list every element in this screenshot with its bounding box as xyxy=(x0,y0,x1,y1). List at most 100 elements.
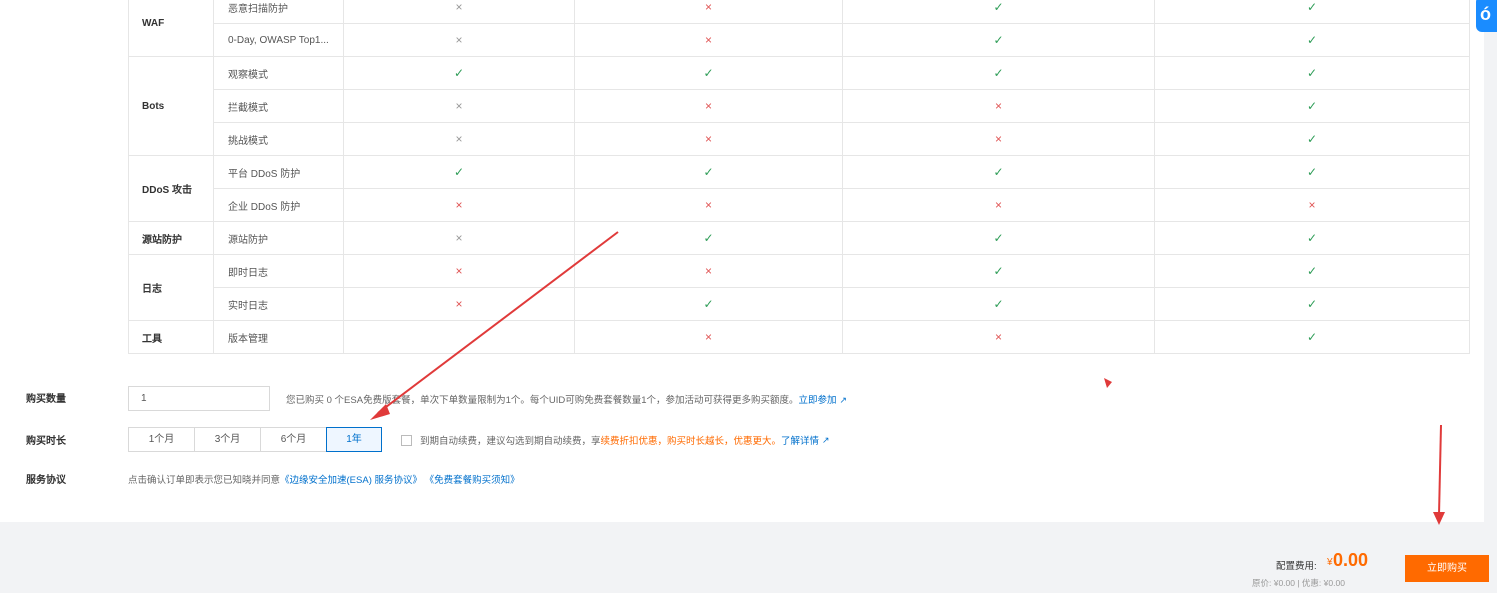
agreement-text: 点击确认订单即表示您已知晓并同意《边缘安全加速(ESA) 服务协议》 《免费套餐… xyxy=(128,472,520,486)
duration-option-6-months[interactable]: 6个月 xyxy=(260,427,327,452)
check-icon: ✓ xyxy=(1154,122,1470,156)
agreement-label: 服务协议 xyxy=(26,475,66,486)
table-row: 企业 DDoS 防护 × × × × xyxy=(129,188,1470,222)
external-link-icon[interactable]: ↗ xyxy=(822,435,830,446)
check-icon: ✓ xyxy=(842,0,1155,24)
cross-icon: × xyxy=(1154,188,1470,222)
feature-name: 恶意扫描防护 xyxy=(213,0,344,24)
check-icon: ✓ xyxy=(1154,287,1470,321)
cross-icon: × xyxy=(842,122,1155,156)
check-icon: ✓ xyxy=(842,155,1155,189)
duration-option-3-months[interactable]: 3个月 xyxy=(194,427,261,452)
feature-name: 拦截模式 xyxy=(213,89,344,123)
external-link-icon[interactable]: ↗ xyxy=(840,395,848,405)
quantity-input[interactable]: 1 xyxy=(128,386,270,411)
check-icon: ✓ xyxy=(574,56,843,90)
quantity-label: 购买数量 xyxy=(26,394,66,405)
check-icon: ✓ xyxy=(1154,155,1470,189)
feature-group-label: Bots xyxy=(128,56,214,156)
empty-cell xyxy=(343,320,575,354)
feature-name: 观察模式 xyxy=(213,56,344,90)
check-icon: ✓ xyxy=(842,287,1155,321)
quantity-note: 您已购买 0 个ESA免费版套餐，单次下单数量限制为1个。每个UID可购免费套餐… xyxy=(286,392,847,406)
cross-icon: × xyxy=(842,188,1155,222)
buy-now-button[interactable]: 立即购买 xyxy=(1405,555,1489,582)
check-icon: ✓ xyxy=(574,155,843,189)
cross-icon: × xyxy=(343,188,575,222)
check-icon: ✓ xyxy=(343,56,575,90)
learn-more-link[interactable]: 了解详情 xyxy=(781,433,819,447)
check-icon: ✓ xyxy=(1154,23,1470,57)
cross-icon: × xyxy=(574,254,843,288)
table-row: 挑战模式 × × × ✓ xyxy=(129,122,1470,156)
agreement-statement: 点击确认订单即表示您已知晓并同意 xyxy=(128,475,281,486)
check-icon: ✓ xyxy=(343,155,575,189)
cross-icon: × xyxy=(343,122,575,156)
check-icon: ✓ xyxy=(574,221,843,255)
join-now-link[interactable]: 立即参加 xyxy=(799,395,837,406)
duration-options: 1个月 3个月 6个月 1年 xyxy=(128,427,382,452)
feature-name: 平台 DDoS 防护 xyxy=(213,155,344,189)
cross-icon: × xyxy=(574,320,843,354)
free-plan-notice-link[interactable]: 《免费套餐购买须知》 xyxy=(425,475,520,486)
feature-group-label: WAF xyxy=(128,0,214,57)
auto-renew-checkbox[interactable] xyxy=(401,434,412,446)
check-icon: ✓ xyxy=(842,221,1155,255)
price-breakdown: 原价: ¥0.00 | 优惠: ¥0.00 xyxy=(1252,578,1345,588)
check-icon: ✓ xyxy=(842,56,1155,90)
cross-icon: × xyxy=(343,254,575,288)
table-row: 拦截模式 × × × ✓ xyxy=(129,89,1470,123)
feature-name: 版本管理 xyxy=(213,320,344,354)
table-row: 工具 版本管理 × × ✓ xyxy=(128,320,1470,354)
cross-icon: × xyxy=(574,122,843,156)
feature-group-label: 日志 xyxy=(128,254,214,321)
table-row: DDoS 攻击 平台 DDoS 防护 ✓ ✓ ✓ ✓ xyxy=(128,155,1470,222)
check-icon: ✓ xyxy=(574,287,843,321)
feature-name: 0-Day, OWASP Top1... xyxy=(213,23,344,57)
check-icon: ✓ xyxy=(1154,89,1470,123)
cross-icon: × xyxy=(343,89,575,123)
feature-group-label: 源站防护 xyxy=(128,221,214,255)
feature-name: 企业 DDoS 防护 xyxy=(213,188,344,222)
feature-name: 挑战模式 xyxy=(213,122,344,156)
table-row: WAF 恶意扫描防护 × × ✓ ✓ xyxy=(128,0,1470,57)
table-row: Bots 观察模式 ✓ ✓ ✓ ✓ xyxy=(128,56,1470,156)
table-row: 实时日志 × ✓ ✓ ✓ xyxy=(129,287,1470,321)
check-icon: ✓ xyxy=(1154,0,1470,24)
cross-icon: × xyxy=(343,221,575,255)
cross-icon: × xyxy=(343,287,575,321)
feature-group-label: DDoS 攻击 xyxy=(128,155,214,222)
check-icon: ✓ xyxy=(1154,221,1470,255)
feature-name: 即时日志 xyxy=(213,254,344,288)
table-row: 日志 即时日志 × × ✓ ✓ xyxy=(128,254,1470,321)
cross-icon: × xyxy=(842,89,1155,123)
purchase-panel: WAF 恶意扫描防护 × × ✓ ✓ 0-Day, OWASP Top1... × × ✓ ✓ Bot… xyxy=(0,0,1484,522)
esa-agreement-link[interactable]: 《边缘安全加速(ESA) 服务协议》 xyxy=(280,475,422,486)
table-row: 0-Day, OWASP Top1... × × ✓ ✓ xyxy=(129,23,1470,57)
corner-badge-icon[interactable]: ó xyxy=(1476,0,1497,32)
cross-icon: × xyxy=(842,320,1155,354)
quantity-note-text: 您已购买 0 个ESA免费版套餐，单次下单数量限制为1个。每个UID可购免费套餐… xyxy=(286,395,799,406)
price-currency: ¥ xyxy=(1327,557,1333,568)
auto-renew-text: 到期自动续费，建议勾选到期自动续费，享 xyxy=(420,436,601,447)
auto-renew: 到期自动续费，建议勾选到期自动续费，享 续费折扣优惠，购买时长越长，优惠更大。 了解… xyxy=(401,433,830,447)
duration-option-1-month[interactable]: 1个月 xyxy=(128,427,195,452)
auto-renew-highlight: 续费折扣优惠，购买时长越长，优惠更大。 xyxy=(600,436,782,447)
cross-icon: × xyxy=(343,23,575,57)
feature-name: 源站防护 xyxy=(213,221,344,255)
check-icon: ✓ xyxy=(1154,254,1470,288)
check-icon: ✓ xyxy=(1154,320,1470,354)
table-row: 源站防护 源站防护 × ✓ ✓ ✓ xyxy=(128,221,1470,255)
price-label: 配置费用: xyxy=(1276,561,1317,572)
check-icon: ✓ xyxy=(842,254,1155,288)
cross-icon: × xyxy=(574,0,843,24)
check-icon: ✓ xyxy=(1154,56,1470,90)
feature-name: 实时日志 xyxy=(213,287,344,321)
cross-icon: × xyxy=(574,89,843,123)
cross-icon: × xyxy=(574,23,843,57)
duration-option-1-year[interactable]: 1年 xyxy=(326,427,382,452)
cross-icon: × xyxy=(574,188,843,222)
cross-icon: × xyxy=(343,0,575,24)
feature-comparison-table: WAF 恶意扫描防护 × × ✓ ✓ 0-Day, OWASP Top1... × × ✓ ✓ Bot… xyxy=(128,0,1470,354)
feature-group-label: 工具 xyxy=(128,320,214,354)
